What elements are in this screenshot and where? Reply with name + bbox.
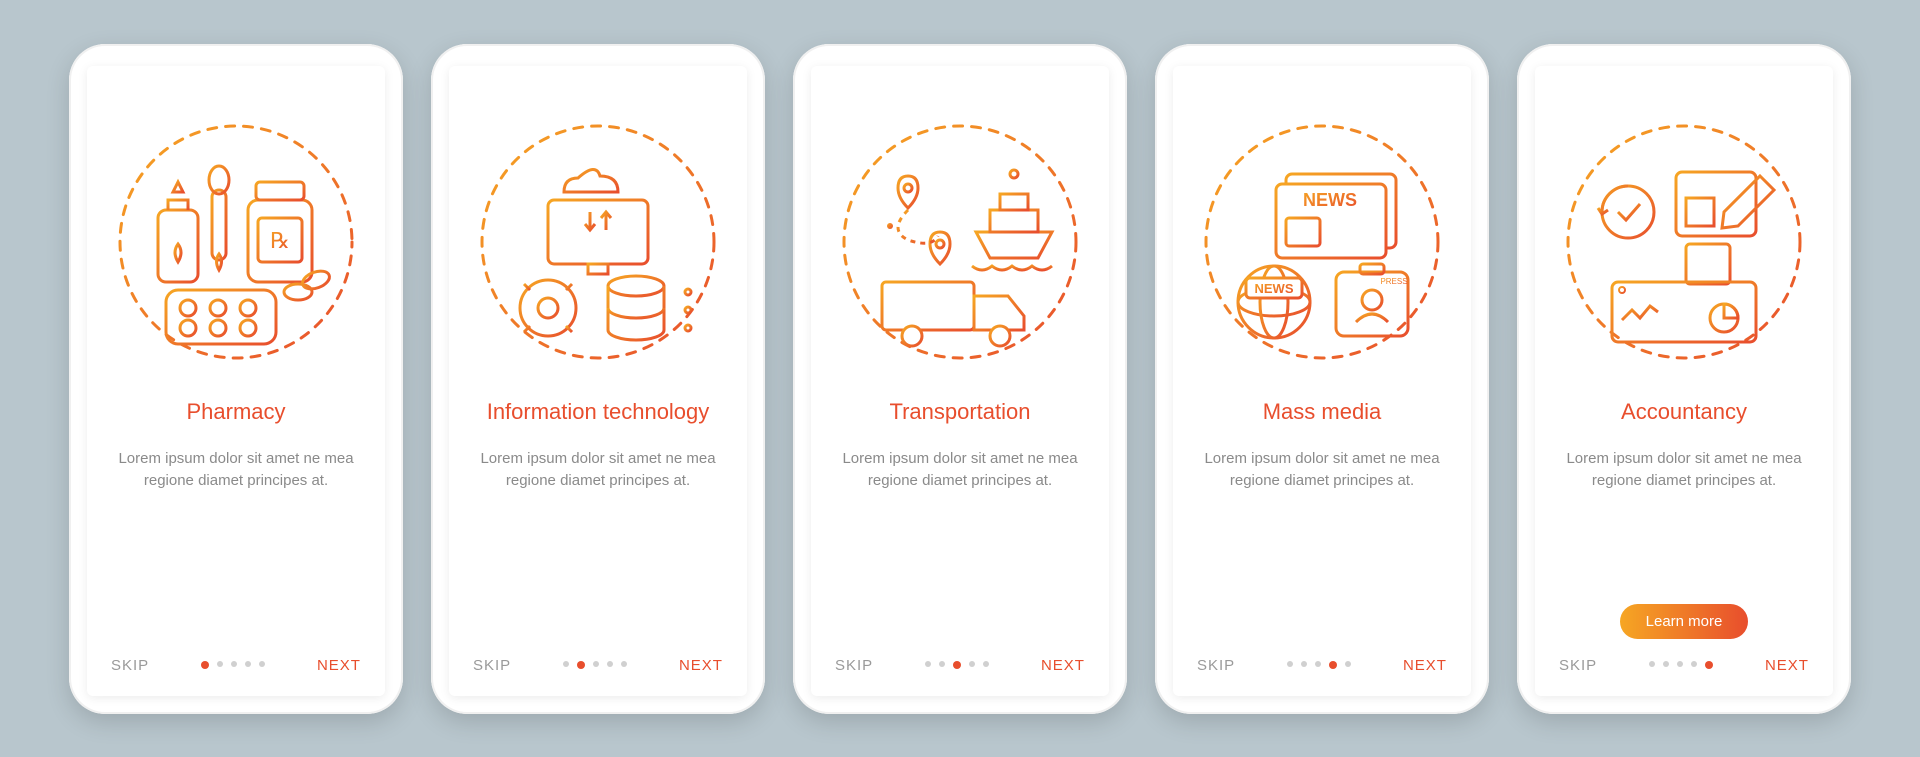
skip-button[interactable]: SKIP [1197, 657, 1235, 674]
next-button[interactable]: NEXT [1403, 657, 1447, 674]
dot [1677, 661, 1683, 667]
screen-description: Lorem ipsum dolor sit amet ne mea region… [1559, 448, 1809, 493]
svg-text:PRESS: PRESS [1380, 277, 1407, 286]
screen: Transportation Lorem ipsum dolor sit ame… [811, 66, 1109, 696]
dot-active [201, 661, 209, 669]
media-icon: NEWS NEWS PRESS [1202, 122, 1442, 362]
dot [1345, 661, 1351, 667]
dot-active [1705, 661, 1713, 669]
nav-row: SKIP NEXT [111, 657, 361, 674]
learn-more-button[interactable]: Learn more [1620, 604, 1749, 639]
nav-row: SKIP NEXT [1197, 657, 1447, 674]
page-indicator [925, 661, 989, 669]
onboarding-screen-4: NEWS NEWS PRESS Mass media Lorem ipsum [1155, 44, 1489, 714]
dot [593, 661, 599, 667]
dot [217, 661, 223, 667]
next-button[interactable]: NEXT [317, 657, 361, 674]
dot-active [953, 661, 961, 669]
dot [621, 661, 627, 667]
screen-title: Information technology [487, 384, 710, 440]
dot [1649, 661, 1655, 667]
dot [1301, 661, 1307, 667]
nav-row: SKIP NEXT [835, 657, 1085, 674]
skip-button[interactable]: SKIP [473, 657, 511, 674]
page-indicator [563, 661, 627, 669]
dot [925, 661, 931, 667]
onboarding-screen-1: ℞ Pharmacy Lor [69, 44, 403, 714]
svg-text:℞: ℞ [270, 228, 290, 253]
page-indicator [1649, 661, 1713, 669]
screen-title: Transportation [889, 384, 1030, 440]
screen-description: Lorem ipsum dolor sit amet ne mea region… [1197, 448, 1447, 493]
screen-description: Lorem ipsum dolor sit amet ne mea region… [835, 448, 1085, 493]
accountancy-icon [1564, 122, 1804, 362]
next-button[interactable]: NEXT [679, 657, 723, 674]
dot-active [577, 661, 585, 669]
page-indicator [201, 661, 265, 669]
svg-text:NEWS: NEWS [1255, 281, 1294, 296]
screen-description: Lorem ipsum dolor sit amet ne mea region… [473, 448, 723, 493]
screen-title: Mass media [1263, 384, 1382, 440]
onboarding-screen-2: Information technology Lorem ipsum dolor… [431, 44, 765, 714]
dot [1691, 661, 1697, 667]
skip-button[interactable]: SKIP [111, 657, 149, 674]
skip-button[interactable]: SKIP [1559, 657, 1597, 674]
screen-description: Lorem ipsum dolor sit amet ne mea region… [111, 448, 361, 493]
transport-icon [840, 122, 1080, 362]
dot [607, 661, 613, 667]
dot [259, 661, 265, 667]
dot [1315, 661, 1321, 667]
dot [1663, 661, 1669, 667]
nav-row: SKIP NEXT [1559, 657, 1809, 674]
it-icon [478, 122, 718, 362]
dot-active [1329, 661, 1337, 669]
dot [231, 661, 237, 667]
svg-text:NEWS: NEWS [1303, 190, 1357, 210]
dot [983, 661, 989, 667]
screen: NEWS NEWS PRESS Mass media Lorem ipsum [1173, 66, 1471, 696]
page-indicator [1287, 661, 1351, 669]
screen-title: Accountancy [1621, 384, 1747, 440]
screen-title: Pharmacy [186, 384, 285, 440]
dot [245, 661, 251, 667]
onboarding-screen-3: Transportation Lorem ipsum dolor sit ame… [793, 44, 1127, 714]
pharmacy-icon: ℞ [116, 122, 356, 362]
screen: Accountancy Lorem ipsum dolor sit amet n… [1535, 66, 1833, 696]
screen: ℞ Pharmacy Lor [87, 66, 385, 696]
nav-row: SKIP NEXT [473, 657, 723, 674]
onboarding-screen-5: Accountancy Lorem ipsum dolor sit amet n… [1517, 44, 1851, 714]
next-button[interactable]: NEXT [1041, 657, 1085, 674]
dot [563, 661, 569, 667]
dot [969, 661, 975, 667]
skip-button[interactable]: SKIP [835, 657, 873, 674]
dot [1287, 661, 1293, 667]
screen: Information technology Lorem ipsum dolor… [449, 66, 747, 696]
dot [939, 661, 945, 667]
next-button[interactable]: NEXT [1765, 657, 1809, 674]
